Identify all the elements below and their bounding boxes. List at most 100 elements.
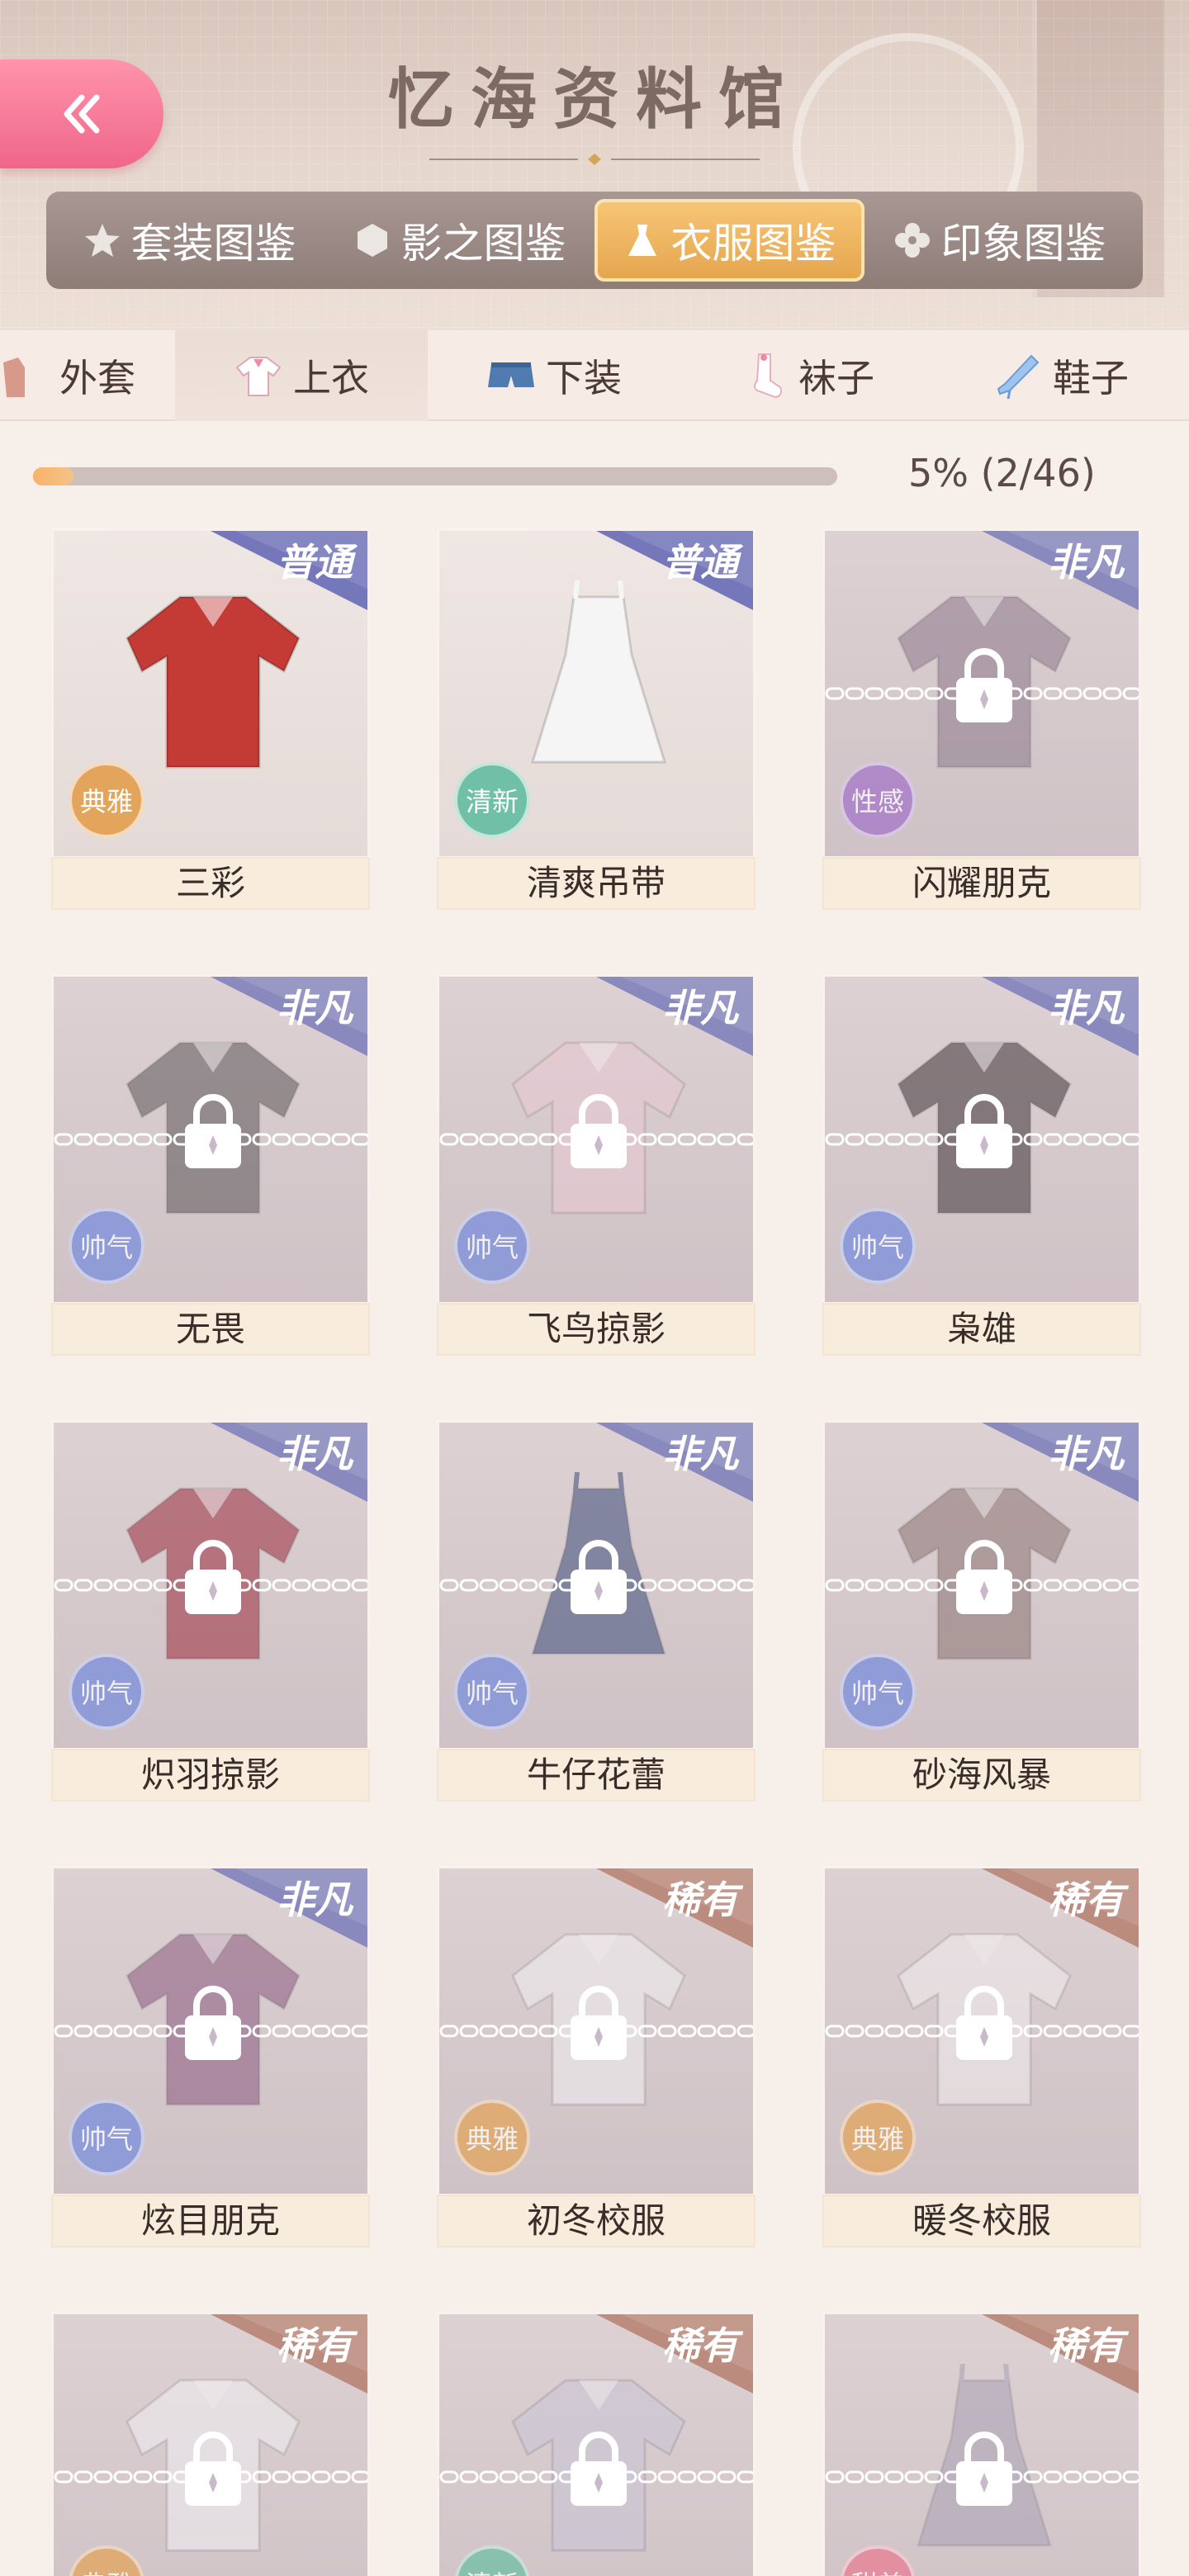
item-name: 飞鸟掠影 bbox=[437, 1303, 756, 1356]
clothing-card[interactable]: 稀有 典雅 暖冬校服 bbox=[822, 1866, 1141, 2247]
style-label: 帅气 bbox=[465, 1678, 519, 1709]
shirt-icon bbox=[235, 357, 282, 396]
style-badge: 典雅 bbox=[69, 762, 144, 838]
sock-icon bbox=[754, 353, 783, 399]
card-frame: 非凡 帅气 bbox=[822, 1420, 1141, 1750]
rarity-label: 稀有 bbox=[662, 1878, 738, 1922]
category-shoes[interactable]: 鞋子 bbox=[933, 330, 1189, 421]
lock-icon bbox=[185, 2432, 241, 2506]
style-label: 帅气 bbox=[79, 1232, 133, 1263]
style-label: 帅气 bbox=[850, 1232, 904, 1263]
category-bottoms[interactable]: 下装 bbox=[428, 330, 680, 421]
collection-tabs: 套装图鉴 影之图鉴 衣服图鉴 印象图鉴 bbox=[46, 192, 1143, 289]
star-icon bbox=[84, 224, 120, 257]
clothing-card[interactable]: 非凡 帅气 牛仔花蕾 bbox=[437, 1420, 756, 1802]
card-frame: 非凡 帅气 bbox=[437, 1420, 756, 1750]
clothing-card[interactable]: 非凡帅气枭雄 bbox=[822, 974, 1141, 1356]
shorts-icon bbox=[488, 362, 534, 387]
collection-progress-bar bbox=[33, 467, 837, 485]
clothing-card[interactable]: 稀有清新 bbox=[437, 2312, 756, 2576]
category-top[interactable]: 上衣 bbox=[175, 330, 428, 421]
style-badge: 帅气 bbox=[69, 2100, 144, 2176]
clothing-card[interactable]: 稀有典雅初冬校服 bbox=[437, 1866, 756, 2247]
lock-icon bbox=[571, 1986, 627, 2060]
style-label: 典雅 bbox=[850, 2124, 904, 2155]
heel-shoe-icon bbox=[997, 354, 1040, 400]
lock-icon bbox=[571, 1094, 627, 1168]
style-label: 性感 bbox=[850, 786, 904, 817]
item-name: 清爽吊带 bbox=[437, 857, 756, 910]
card-frame: 非凡 性感 bbox=[822, 528, 1141, 859]
tab-outfit-collection[interactable]: 套装图鉴 bbox=[54, 199, 324, 282]
style-label: 帅气 bbox=[79, 1678, 133, 1709]
style-badge: 帅气 bbox=[69, 1208, 144, 1284]
card-frame: 非凡帅气 bbox=[822, 974, 1141, 1305]
item-name: 三彩 bbox=[51, 857, 370, 910]
progress-fill bbox=[33, 467, 73, 485]
item-name: 枭雄 bbox=[822, 1303, 1141, 1356]
card-frame: 稀有典雅 bbox=[822, 1866, 1141, 2196]
category-bar: 外套 上衣 下装 袜子 鞋子 bbox=[0, 330, 1189, 421]
page-title: 忆海资料馆 bbox=[388, 60, 801, 138]
rarity-label: 非凡 bbox=[277, 986, 353, 1030]
tab-impression-collection[interactable]: 印象图鉴 bbox=[865, 199, 1135, 282]
item-name: 初冬校服 bbox=[437, 2195, 756, 2247]
lock-icon bbox=[185, 1094, 241, 1168]
style-label: 典雅 bbox=[80, 2564, 133, 2576]
clothing-card[interactable]: 非凡 帅气 炽羽掠影 bbox=[51, 1420, 370, 1802]
lock-icon bbox=[956, 1094, 1012, 1168]
card-frame: 稀有典雅 bbox=[437, 1866, 756, 2196]
tab-shadow-collection[interactable]: 影之图鉴 bbox=[324, 199, 594, 282]
style-label: 帅气 bbox=[465, 1232, 519, 1263]
style-label: 甜美 bbox=[851, 2564, 904, 2576]
clothing-card[interactable]: 非凡 性感 闪耀朋克 bbox=[822, 528, 1141, 910]
tab-label: 衣服图鉴 bbox=[670, 220, 836, 268]
item-name: 砂海风暴 bbox=[822, 1749, 1141, 1802]
category-socks[interactable]: 袜子 bbox=[680, 330, 933, 421]
hexagon-icon bbox=[357, 224, 387, 257]
rarity-label: 非凡 bbox=[277, 1432, 353, 1476]
progress-text: 5% (2/46) bbox=[908, 451, 1096, 495]
clothing-card[interactable]: 非凡 帅气 无畏 bbox=[51, 974, 370, 1356]
rarity-label: 非凡 bbox=[1048, 986, 1124, 1030]
card-frame: 稀有甜美 bbox=[822, 2312, 1141, 2576]
card-frame: 非凡帅气 bbox=[51, 974, 370, 1305]
style-label: 典雅 bbox=[79, 786, 133, 817]
category-label: 上衣 bbox=[293, 356, 369, 400]
rarity-label: 非凡 bbox=[1048, 1432, 1124, 1476]
clothing-card[interactable]: 普通清新清爽吊带 bbox=[437, 528, 756, 910]
tab-label: 印象图鉴 bbox=[940, 220, 1106, 268]
style-badge: 性感 bbox=[840, 762, 916, 838]
tab-label: 影之图鉴 bbox=[400, 220, 566, 268]
category-label: 袜子 bbox=[798, 356, 874, 400]
style-badge: 帅气 bbox=[840, 1208, 916, 1284]
clothing-card[interactable]: 非凡 帅气 炫目朋克 bbox=[51, 1866, 370, 2247]
tab-clothes-collection[interactable]: 衣服图鉴 bbox=[594, 199, 865, 282]
style-label: 清新 bbox=[465, 786, 519, 817]
item-name: 闪耀朋克 bbox=[822, 857, 1141, 910]
rarity-label: 非凡 bbox=[277, 1878, 353, 1922]
lock-icon bbox=[571, 1540, 627, 1614]
clothing-card[interactable]: 稀有甜美 bbox=[822, 2312, 1141, 2576]
card-frame: 普通清新 bbox=[437, 528, 756, 859]
category-coat[interactable]: 外套 bbox=[0, 330, 175, 421]
rarity-label: 普通 bbox=[277, 540, 353, 585]
category-label: 下装 bbox=[546, 356, 622, 400]
rarity-label: 普通 bbox=[662, 540, 738, 585]
style-badge: 典雅 bbox=[454, 2100, 530, 2176]
style-badge: 帅气 bbox=[454, 1208, 530, 1284]
clothing-card[interactable]: 普通典雅三彩 bbox=[51, 528, 370, 910]
dress-icon bbox=[628, 225, 656, 256]
clothing-card[interactable]: 稀有典雅 bbox=[51, 2312, 370, 2576]
garment-image bbox=[126, 595, 301, 769]
rarity-label: 稀有 bbox=[662, 2323, 738, 2368]
style-label: 典雅 bbox=[465, 2124, 519, 2155]
item-name: 暖冬校服 bbox=[822, 2195, 1141, 2247]
clothing-card[interactable]: 非凡 帅气 飞鸟掠影 bbox=[437, 974, 756, 1356]
style-badge: 典雅 bbox=[840, 2100, 916, 2176]
rarity-label: 稀有 bbox=[1048, 2323, 1124, 2368]
clothing-card[interactable]: 非凡 帅气 砂海风暴 bbox=[822, 1420, 1141, 1802]
flower-icon bbox=[894, 223, 930, 258]
coat-icon bbox=[3, 358, 25, 397]
lock-icon bbox=[956, 1986, 1012, 2060]
